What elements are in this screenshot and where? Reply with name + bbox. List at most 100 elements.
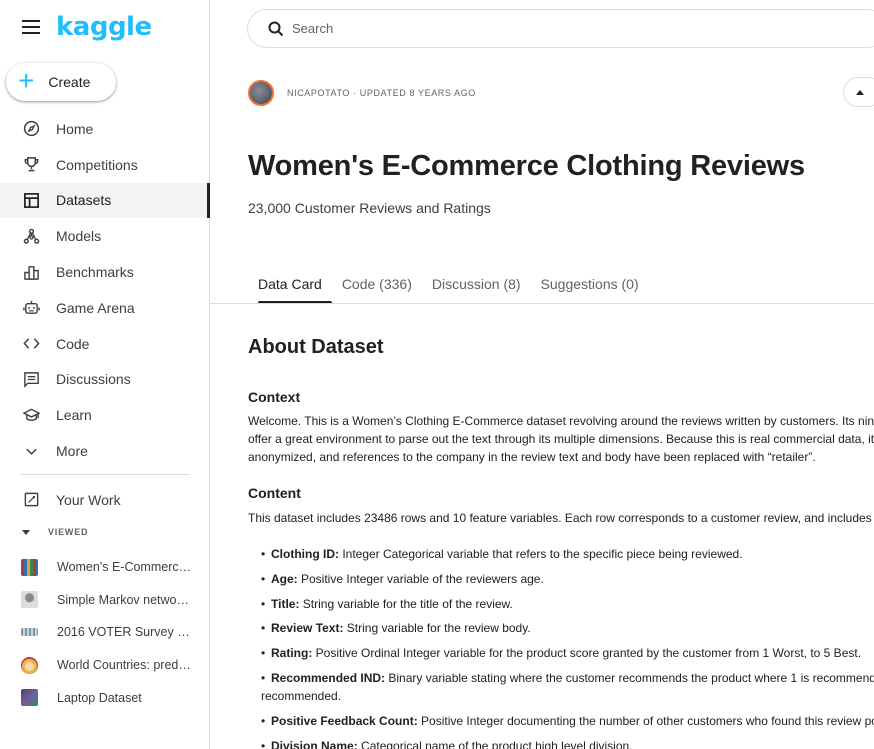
recent-item[interactable]: 2016 VOTER Survey Data	[0, 616, 209, 649]
bullet-text: Positive Ordinal Integer variable for th…	[312, 646, 862, 661]
bullet-term: Rating:	[271, 646, 313, 661]
bullet-term: Division Name:	[271, 738, 358, 749]
nav-label-home: Home	[56, 120, 94, 137]
discussion-icon	[22, 370, 40, 388]
plus-icon: +	[18, 64, 35, 96]
bullet-term: Recommended IND:	[271, 670, 386, 685]
context-line: Welcome. This is a Women’s Clothing E-Co…	[248, 414, 874, 428]
bullet-term: Clothing ID:	[271, 547, 339, 561]
feature-list: Clothing ID: Integer Categorical variabl…	[261, 545, 874, 749]
recent-item[interactable]: World Countries: predictions	[0, 649, 209, 682]
recent-item-label: Women's E-Commerce Clothing Reviews	[57, 560, 192, 575]
list-item: Recommended IND: Binary variable stating…	[261, 669, 874, 705]
your-work-icon	[22, 491, 40, 509]
bullet-text: Binary variable stating where the custom…	[388, 670, 874, 685]
recent-item[interactable]: Women's E-Commerce Clothing Reviews	[0, 551, 209, 584]
create-label: Create	[48, 74, 91, 90]
tab-data-card[interactable]: Data Card	[248, 270, 332, 304]
bullet-text: Integer Categorical variable that refers…	[338, 547, 743, 561]
compass-icon	[22, 120, 40, 138]
content-heading: Content	[248, 485, 301, 501]
main-nav: Home Competitions Datasets Models Benchm…	[0, 111, 210, 469]
create-button[interactable]: + Create	[6, 63, 116, 101]
bullet-text: Positive Integer variable of the reviewe…	[297, 571, 544, 586]
kaggle-logo[interactable]: kaggle	[56, 12, 152, 42]
nav-item-game-arena[interactable]: Game Arena	[0, 290, 209, 326]
about-heading: About Dataset	[248, 336, 384, 358]
nav-item-models[interactable]: Models	[0, 218, 209, 254]
table-icon	[22, 191, 40, 209]
dataset-title: Women's E-Commerce Clothing Reviews	[248, 150, 805, 182]
nav-item-learn[interactable]: Learn	[0, 397, 209, 433]
dataset-thumbnail	[21, 628, 38, 637]
bullet-term: Age:	[271, 571, 298, 586]
dataset-tabs: Data Card Code (336) Discussion (8) Sugg…	[248, 270, 649, 304]
caret-up-icon	[856, 89, 864, 95]
models-icon	[22, 227, 40, 245]
list-item: Rating: Positive Ordinal Integer variabl…	[261, 644, 874, 662]
bullet-text: String variable for the title of the rev…	[299, 596, 513, 611]
dataset-thumbnail	[21, 591, 38, 609]
viewed-label: VIEWED	[48, 527, 89, 537]
nav-item-code[interactable]: Code	[0, 326, 209, 362]
dataset-owner-row: NICAPOTATO · UPDATED 8 YEARS AGO	[248, 80, 476, 106]
dataset-thumbnail	[21, 558, 38, 576]
search-bar[interactable]	[247, 9, 874, 48]
nav-label-datasets: Datasets	[56, 192, 112, 209]
nav-item-home[interactable]: Home	[0, 111, 209, 147]
recent-item-label: 2016 VOTER Survey Data	[57, 625, 192, 640]
bullet-text: Categorical name of the product high lev…	[357, 738, 633, 749]
search-input[interactable]	[292, 21, 792, 36]
upvote-button[interactable]	[843, 77, 874, 107]
nav-item-benchmarks[interactable]: Benchmarks	[0, 254, 209, 290]
chevron-down-icon	[22, 442, 40, 460]
list-item: Clothing ID: Integer Categorical variabl…	[261, 545, 874, 563]
bullet-term: Positive Feedback Count:	[271, 713, 418, 728]
recent-list: Women's E-Commerce Clothing Reviews Simp…	[0, 551, 209, 714]
tab-suggestions[interactable]: Suggestions (0)	[531, 270, 649, 304]
bullet-text: String variable for the review body.	[343, 621, 531, 636]
robot-icon	[22, 299, 40, 317]
nav-item-your-work[interactable]: Your Work	[0, 482, 209, 518]
owner-updated-text: NICAPOTATO · UPDATED 8 YEARS AGO	[287, 88, 476, 98]
trophy-icon	[22, 156, 40, 174]
viewed-toggle[interactable]: VIEWED	[22, 527, 88, 537]
list-item: Review Text: String variable for the rev…	[261, 619, 874, 637]
list-item: Division Name: Categorical name of the p…	[261, 737, 874, 749]
nav-label-more: More	[56, 443, 88, 460]
nav-label-code: Code	[56, 335, 90, 352]
content-line: This dataset includes 23486 rows and 10 …	[248, 511, 874, 525]
sidebar: kaggle + Create Home Competitions Datase…	[0, 0, 210, 749]
list-item: Title: String variable for the title of …	[261, 595, 874, 613]
nav-divider	[20, 474, 190, 475]
context-line: anonymized, and references to the compan…	[248, 450, 816, 464]
recent-item-label: Simple Markov network example	[57, 592, 192, 607]
nav-label-discussions: Discussions	[56, 371, 131, 388]
list-item: Positive Feedback Count: Positive Intege…	[261, 712, 874, 730]
dataset-thumbnail	[21, 689, 38, 707]
dataset-subtitle: 23,000 Customer Reviews and Ratings	[248, 200, 491, 216]
nav-item-more[interactable]: More	[0, 433, 209, 469]
nav-item-datasets[interactable]: Datasets	[0, 182, 210, 219]
nav-label-your-work: Your Work	[56, 491, 121, 508]
nav-item-competitions[interactable]: Competitions	[0, 147, 209, 183]
bullet-text-continued: recommended.	[261, 688, 342, 703]
search-icon	[268, 21, 284, 36]
recent-item-label: World Countries: predictions	[57, 658, 192, 673]
nav-label-competitions: Competitions	[56, 156, 138, 173]
tabs-divider	[210, 303, 874, 304]
caret-down-icon	[22, 529, 30, 535]
nav-item-discussions[interactable]: Discussions	[0, 362, 209, 398]
list-item: Age: Positive Integer variable of the re…	[261, 570, 874, 588]
tab-discussion[interactable]: Discussion (8)	[422, 270, 531, 304]
tab-code[interactable]: Code (336)	[332, 270, 422, 304]
context-heading: Context	[248, 389, 301, 405]
recent-item[interactable]: Simple Markov network example	[0, 584, 209, 617]
context-line: offer a great environment to parse out t…	[248, 432, 874, 446]
avatar[interactable]	[248, 80, 274, 106]
menu-icon[interactable]	[22, 20, 40, 34]
recent-item[interactable]: Laptop Dataset	[0, 681, 209, 714]
school-icon	[22, 406, 40, 424]
bullet-term: Review Text:	[271, 621, 344, 636]
nav-label-models: Models	[56, 228, 102, 245]
